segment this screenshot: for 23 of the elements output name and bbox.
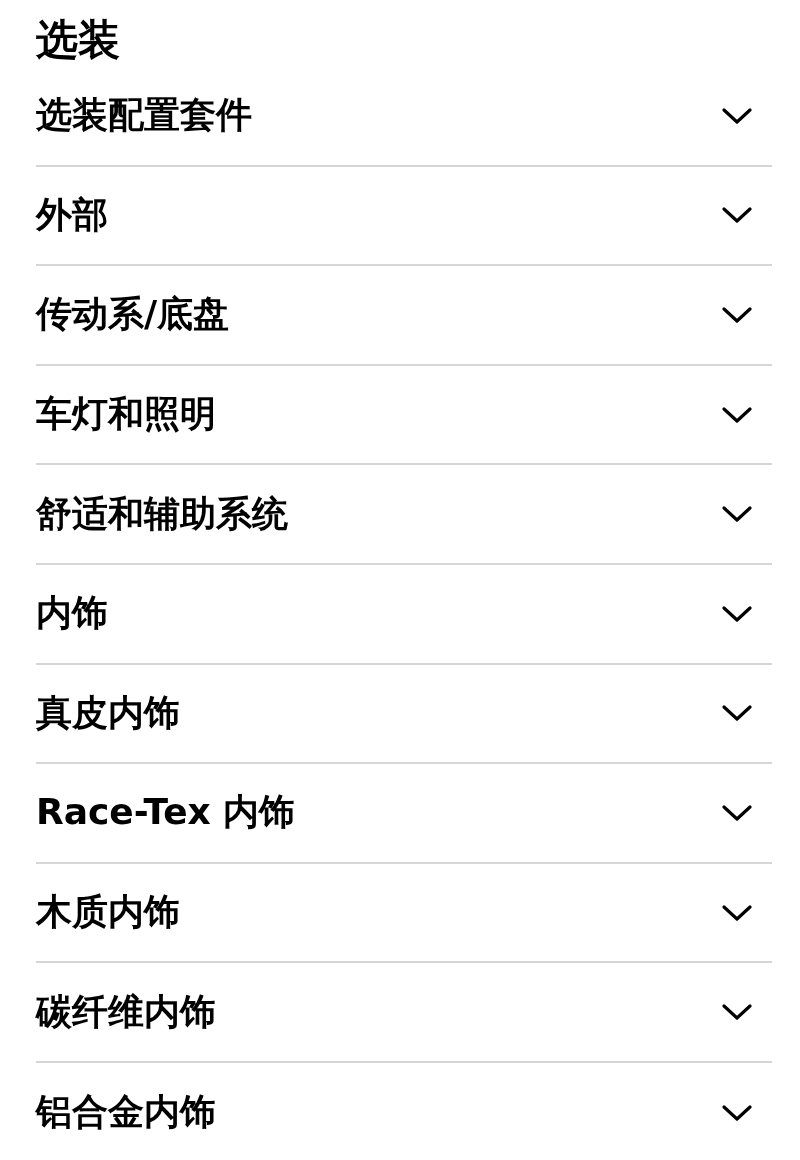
accordion-item[interactable]: 选装配置套件: [36, 67, 772, 167]
chevron-icon: [722, 106, 752, 125]
accordion-item[interactable]: 传动系/底盘: [36, 266, 772, 366]
chevron-icon: [722, 306, 752, 324]
chevron-icon: [722, 604, 752, 623]
accordion-item[interactable]: Race-Tex 内饰: [36, 764, 772, 864]
chevron-icon: [722, 505, 752, 524]
chevron-icon: [722, 704, 752, 723]
accordion-item[interactable]: 舒适和辅助系统: [36, 465, 772, 565]
chevron-icon: [722, 1003, 752, 1022]
section-title: 选装: [36, 14, 121, 66]
accordion-item[interactable]: 真皮内饰: [36, 664, 772, 765]
accordion-item[interactable]: 外部: [36, 166, 772, 267]
accordion-item[interactable]: 车灯和照明: [36, 365, 772, 466]
accordion-item[interactable]: 木质内饰: [36, 863, 772, 964]
chevron-icon: [722, 903, 752, 922]
chevron-icon: [722, 1103, 752, 1122]
chevron-icon: [722, 405, 752, 424]
chevron-icon: [722, 206, 752, 225]
accordion-item[interactable]: 铝合金内饰: [36, 1062, 772, 1160]
accordion-item[interactable]: 内饰: [36, 564, 772, 665]
chevron-icon: [722, 803, 752, 822]
accordion-item[interactable]: 碳纤维内饰: [36, 963, 772, 1063]
